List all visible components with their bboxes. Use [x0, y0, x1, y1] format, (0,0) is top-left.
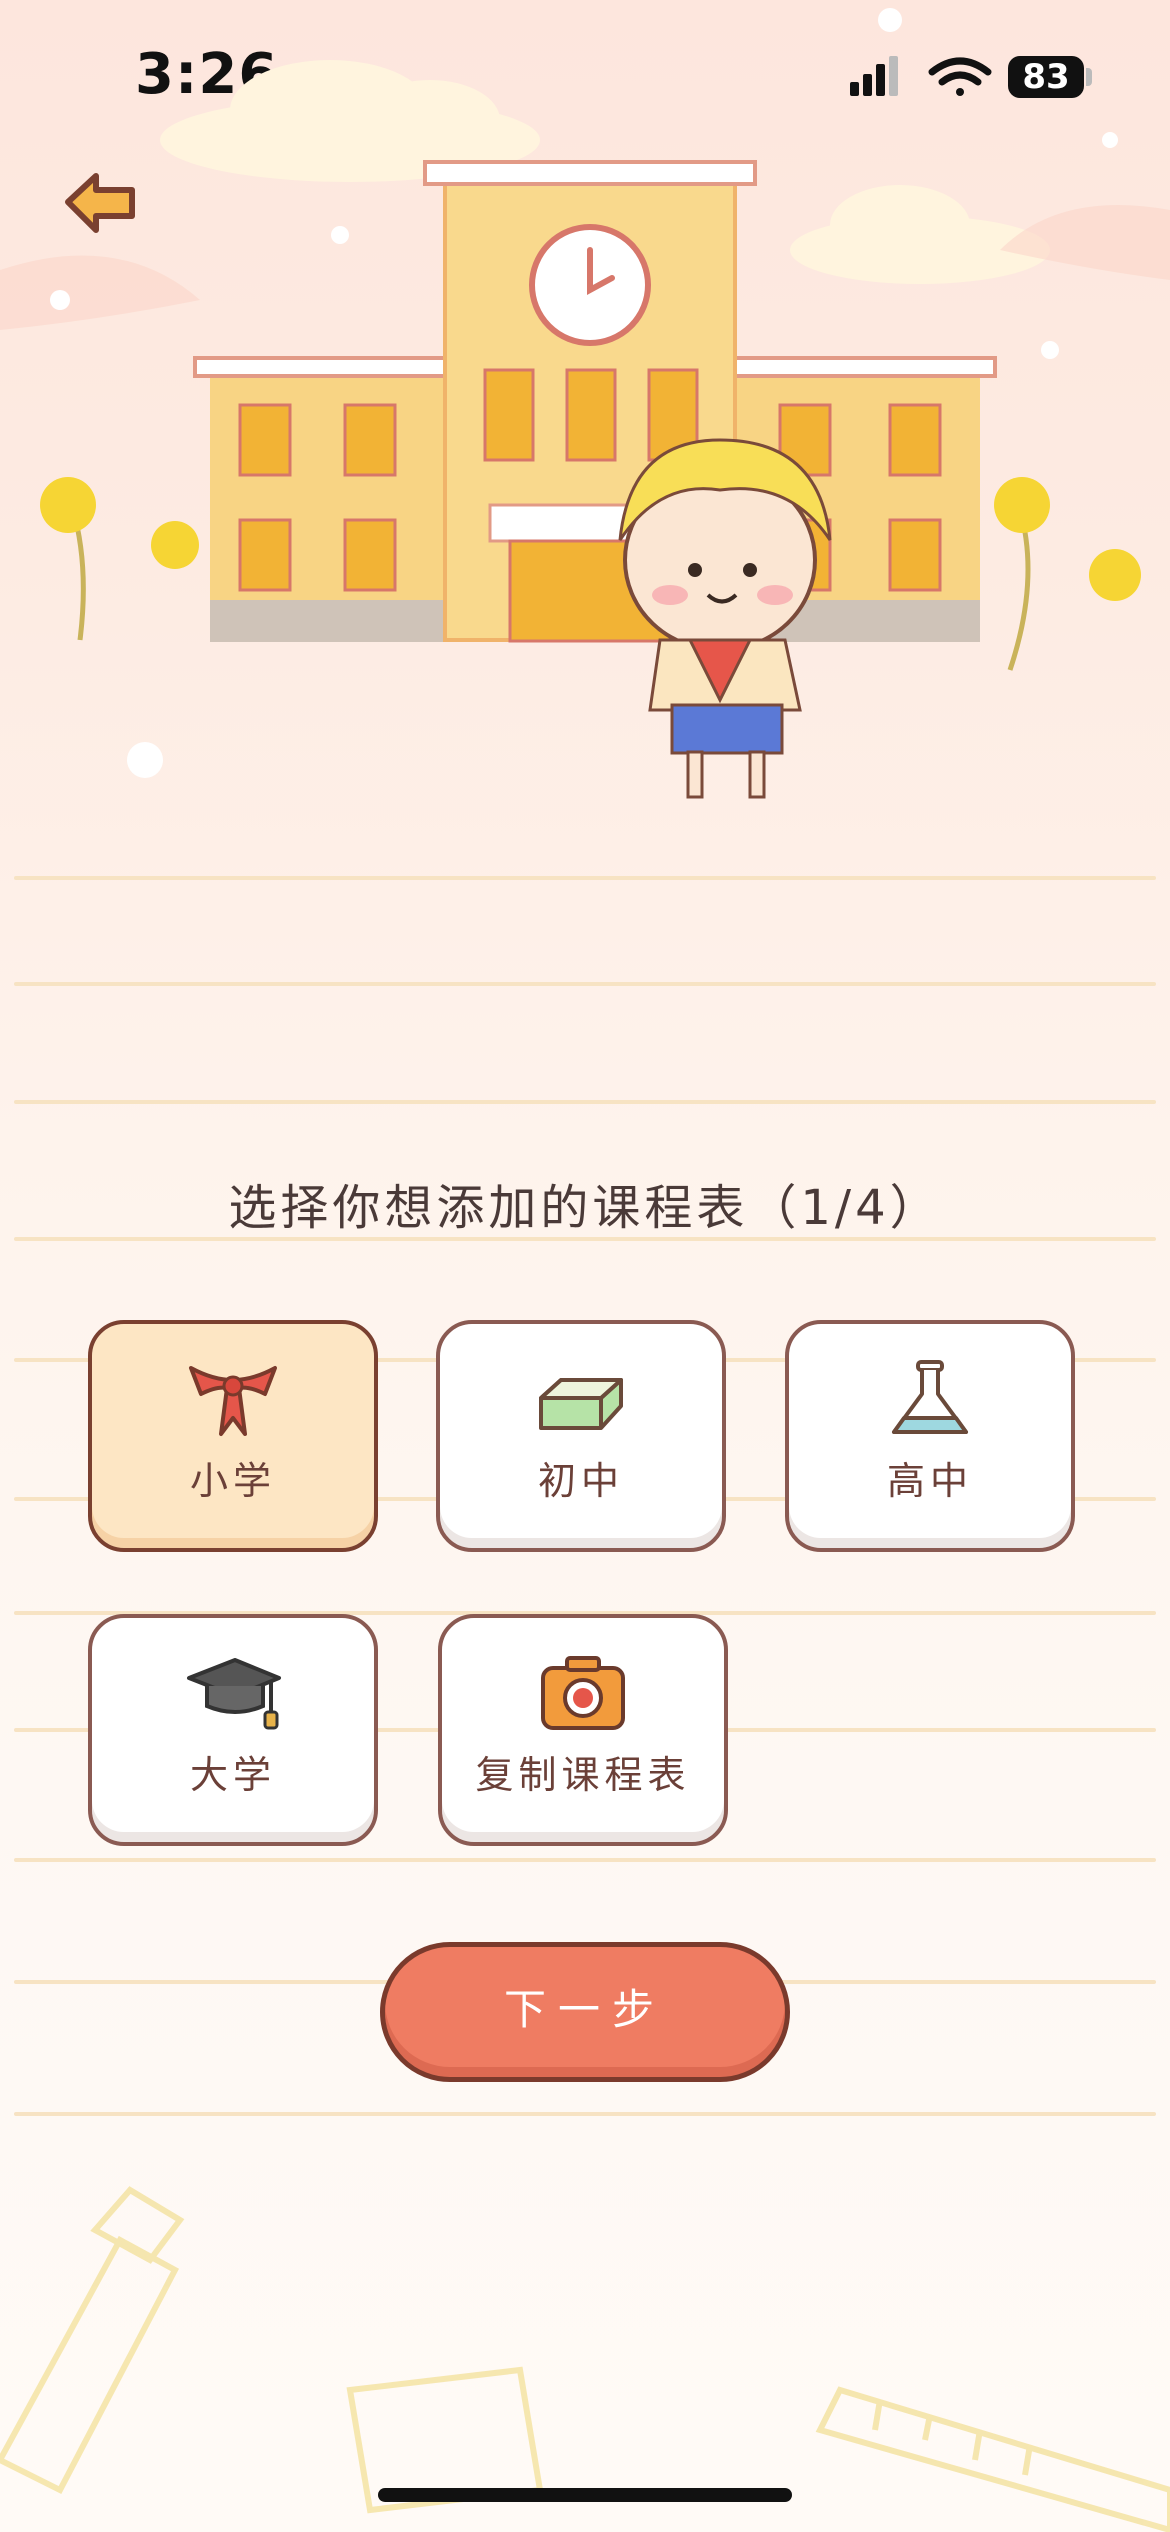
- flask-icon: [892, 1360, 968, 1434]
- page-title: 选择你想添加的课程表（1/4）: [228, 1180, 942, 1236]
- option-primary-school[interactable]: 小学: [88, 1320, 378, 1552]
- stationery-decoration: [0, 2186, 1170, 2532]
- red-scarf-icon: [189, 1366, 277, 1436]
- ruled-line: [14, 982, 1156, 986]
- home-indicator: [378, 2488, 792, 2502]
- next-button[interactable]: 下一步: [380, 1942, 790, 2082]
- eraser-icon: [539, 1378, 623, 1430]
- option-label: 复制课程表: [475, 1753, 691, 1797]
- camera-icon: [541, 1656, 625, 1730]
- option-label: 初中: [537, 1459, 624, 1503]
- yellow-flower-left: [40, 477, 199, 641]
- option-middle-school[interactable]: 初中: [436, 1320, 726, 1552]
- option-high-school[interactable]: 高中: [785, 1320, 1075, 1552]
- yellow-flower-right: [994, 477, 1141, 671]
- option-copy-schedule[interactable]: 复制课程表: [438, 1614, 728, 1846]
- school-illustration: [0, 8, 1170, 799]
- ruled-line: [14, 1858, 1156, 1862]
- back-arrow-icon[interactable]: [62, 170, 142, 240]
- option-label: 高中: [886, 1459, 973, 1503]
- ruled-line: [14, 1100, 1156, 1104]
- option-university[interactable]: 大学: [88, 1614, 378, 1846]
- option-label: 小学: [189, 1459, 276, 1503]
- ruled-line: [14, 876, 1156, 880]
- graduation-cap-icon: [187, 1658, 281, 1730]
- option-label: 大学: [189, 1753, 276, 1797]
- cloud-right: [790, 185, 1050, 284]
- ruled-line: [14, 2112, 1156, 2116]
